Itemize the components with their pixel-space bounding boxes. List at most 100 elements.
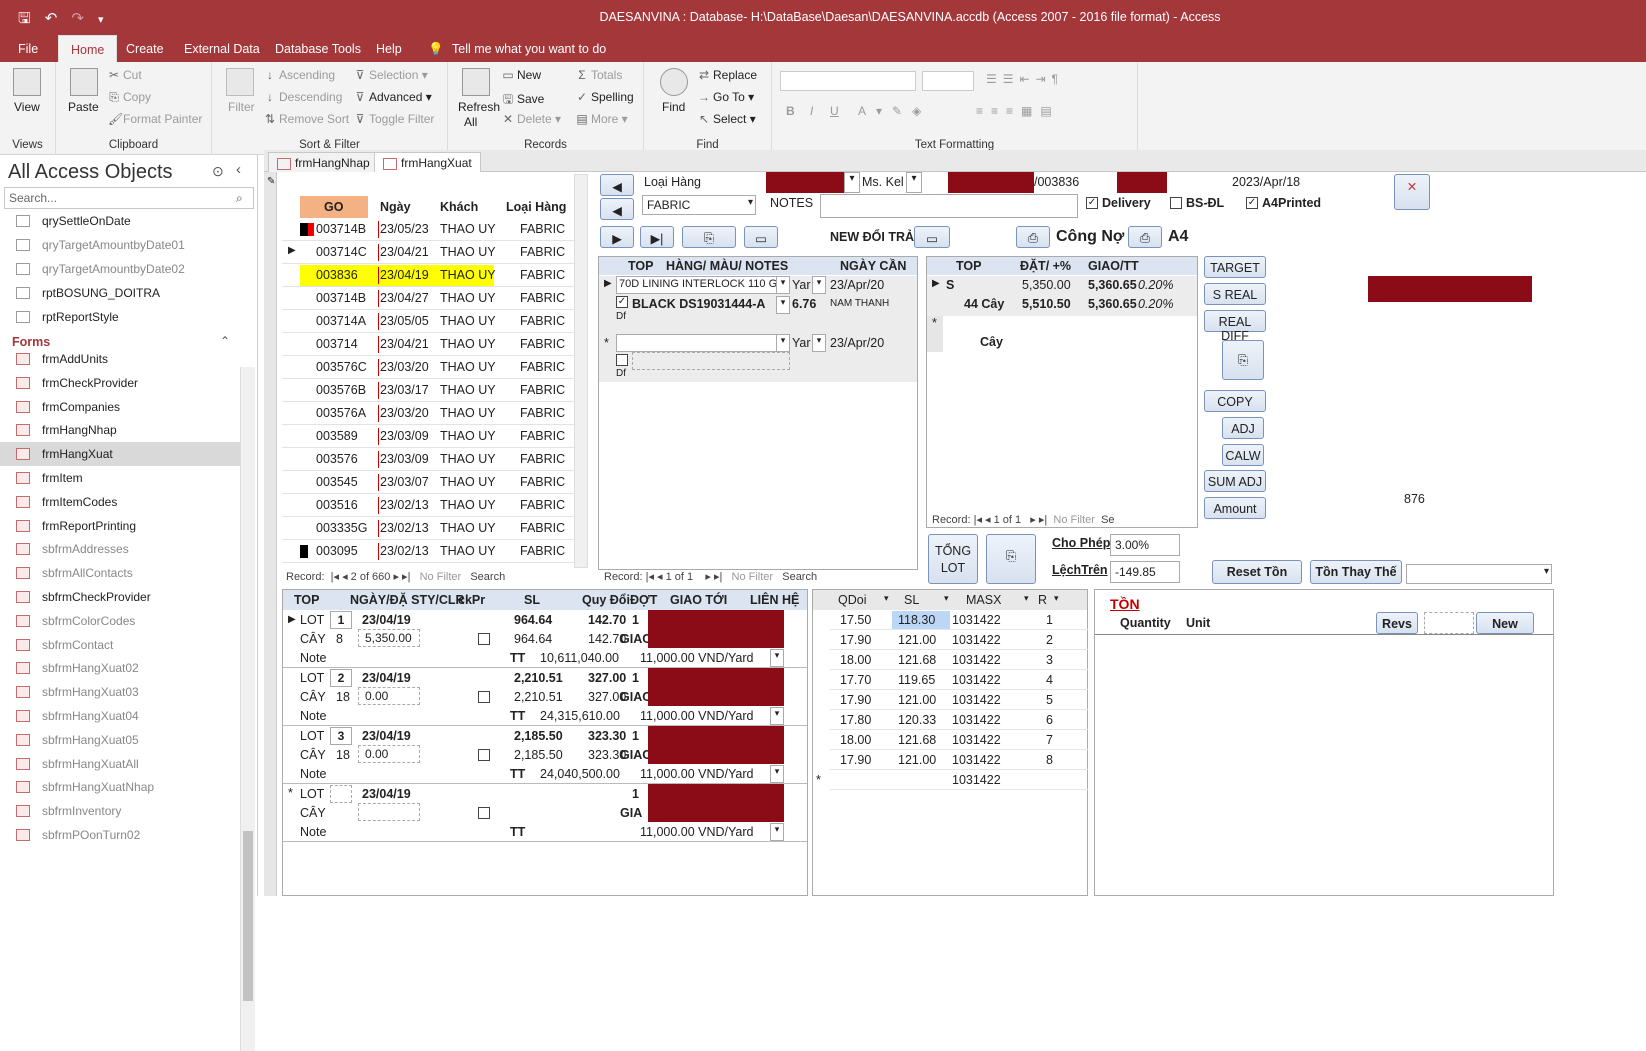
list-cell[interactable]: 003576: [316, 452, 358, 466]
list-cell[interactable]: 003714A: [316, 314, 366, 328]
list-cell[interactable]: 23/03/17: [380, 383, 429, 397]
item-name-field[interactable]: 70D LINING INTERLOCK 110 GS: [616, 276, 790, 294]
lot-price[interactable]: 0.00: [358, 745, 420, 763]
new-doi-tra-button[interactable]: ▭: [914, 226, 950, 248]
nav-search[interactable]: Search: [782, 571, 817, 583]
rolls-cell[interactable]: 1031422: [952, 633, 1001, 647]
a4printed-checkbox[interactable]: ✓: [1246, 197, 1258, 209]
nav-item-form[interactable]: frmReportPrinting: [0, 514, 240, 538]
list-record-navigator[interactable]: Record: |◂ ◂ 2 of 660 ▸ ▸| No Filter Sea…: [286, 570, 505, 583]
list-cell[interactable]: 003836: [316, 268, 358, 282]
nav-item-form[interactable]: sbfrmPOonTurn02: [0, 823, 240, 847]
rolls-cell[interactable]: 1031422: [952, 613, 1001, 627]
lot-rate[interactable]: 11,000.00 VND/Yard: [640, 825, 754, 839]
list-cell[interactable]: 003714B: [316, 291, 366, 305]
rolls-cell[interactable]: 1031422: [952, 753, 1001, 767]
list-cell[interactable]: 003335G: [316, 521, 367, 535]
list-cell[interactable]: FABRIC: [520, 314, 565, 328]
notes-input[interactable]: [820, 194, 1078, 218]
list-cell[interactable]: 23/03/20: [380, 406, 429, 420]
item-note[interactable]: NAM THANH: [830, 298, 889, 309]
date-value[interactable]: 2023/Apr/18: [1232, 175, 1300, 189]
ton-new-button[interactable]: New: [1476, 612, 1534, 634]
rolls-cell[interactable]: 1: [1046, 613, 1053, 627]
ck-price-checkbox[interactable]: [478, 807, 490, 819]
lot-number[interactable]: 2: [330, 669, 352, 687]
copy-icon-button[interactable]: ⎘: [1222, 340, 1264, 380]
close-form-button[interactable]: ✕: [1394, 174, 1430, 210]
rolls-cell[interactable]: 4: [1046, 673, 1053, 687]
list-cell[interactable]: 23/05/23: [380, 222, 429, 236]
filter-icon[interactable]: [226, 68, 254, 96]
lot-sl2[interactable]: 964.64: [514, 632, 552, 646]
rolls-cell[interactable]: 121.00: [898, 753, 936, 767]
list-cell[interactable]: 23/03/09: [380, 452, 429, 466]
revs-button[interactable]: Revs: [1376, 612, 1418, 634]
lot-price[interactable]: 0.00: [358, 687, 420, 705]
ton-input[interactable]: [1424, 612, 1474, 634]
lot-number[interactable]: 1: [330, 611, 352, 629]
cong-no-a4-button[interactable]: ⎙: [1128, 226, 1162, 248]
lot-date[interactable]: 23/04/19: [362, 787, 411, 801]
list-cell[interactable]: THAO UY: [440, 429, 496, 443]
rolls-cell[interactable]: 1031422: [952, 653, 1001, 667]
list-col-header[interactable]: GO: [324, 200, 343, 214]
item-qty[interactable]: 6.76: [792, 297, 816, 311]
list-cell[interactable]: 003095: [316, 544, 358, 558]
replace-button[interactable]: ⇄ Replace: [698, 68, 757, 82]
lot-sl[interactable]: 964.64: [514, 613, 552, 627]
list-cell[interactable]: 23/02/13: [380, 521, 429, 535]
nav-item-form[interactable]: frmCompanies: [0, 395, 240, 419]
nav-item-query[interactable]: qryTargetAmountbyDate02: [0, 257, 240, 281]
sort-arrow-icon[interactable]: ▾: [1024, 593, 1029, 604]
list-cell[interactable]: THAO UY: [440, 521, 496, 535]
view-icon[interactable]: [13, 68, 41, 96]
lot-sl[interactable]: 2,185.50: [514, 729, 563, 743]
tab-external-data[interactable]: External Data: [184, 42, 260, 56]
rolls-cell[interactable]: 1031422: [952, 773, 1001, 787]
lot-cay[interactable]: 18: [336, 748, 350, 762]
prev-record-button[interactable]: ◀: [600, 198, 634, 220]
nav-item-form[interactable]: sbfrmHangXuat04: [0, 704, 240, 728]
lot-dot[interactable]: 1: [632, 671, 639, 685]
lot-sl2[interactable]: 2,210.51: [514, 690, 563, 704]
nav-search-input[interactable]: Search...: [4, 187, 254, 209]
price-giao-1[interactable]: 5,360.65: [1088, 278, 1137, 292]
sort-arrow-icon[interactable]: ▾: [884, 593, 889, 604]
find-button[interactable]: Find: [662, 100, 685, 114]
s-real-button[interactable]: S REAL: [1204, 283, 1266, 305]
next-record-button[interactable]: ▶: [600, 226, 634, 248]
spelling-button[interactable]: ✓ Spelling: [576, 90, 634, 104]
rolls-cell[interactable]: 18.00: [840, 733, 871, 747]
toggle-filter-button[interactable]: ⊽ Toggle Filter: [354, 112, 435, 126]
list-cell[interactable]: FABRIC: [520, 406, 565, 420]
lot-date[interactable]: 23/04/19: [362, 613, 411, 627]
real-diff-button[interactable]: REAL DIFF: [1204, 310, 1266, 343]
amount-button[interactable]: Amount: [1204, 497, 1266, 519]
cho-phep-input[interactable]: 3.00%: [1110, 534, 1180, 556]
lot-dot[interactable]: 1: [632, 613, 639, 627]
collapse-nav-icon[interactable]: ‹: [236, 161, 241, 178]
rolls-cell[interactable]: 2: [1046, 633, 1053, 647]
lot-sl[interactable]: 2,210.51: [514, 671, 563, 685]
price-dat-2[interactable]: 5,510.50: [1022, 297, 1071, 311]
rolls-cell[interactable]: 17.70: [840, 673, 871, 687]
price-record-navigator[interactable]: Record: |◂ ◂ 1 of 1 ▸ ▸| No Filter Se: [932, 513, 1115, 526]
dropdown-arrow-icon[interactable]: ▾: [812, 334, 826, 352]
nav-item-form[interactable]: frmHangXuat: [0, 442, 240, 467]
list-cell[interactable]: FABRIC: [520, 452, 565, 466]
dropdown-arrow-icon[interactable]: ▾: [770, 649, 784, 667]
list-cell[interactable]: 003589: [316, 429, 358, 443]
price-giao-2[interactable]: 5,360.65: [1088, 297, 1137, 311]
descending-button[interactable]: ↓ Descending: [264, 90, 342, 104]
list-cell[interactable]: FABRIC: [520, 360, 565, 374]
price-pct-2[interactable]: 0.20%: [1138, 297, 1173, 311]
tab-home[interactable]: Home: [58, 35, 118, 62]
list-cell[interactable]: 003516: [316, 498, 358, 512]
dropdown-arrow-icon[interactable]: ▾: [776, 276, 790, 294]
lot-rate[interactable]: 11,000.00 VND/Yard: [640, 767, 754, 781]
rolls-col-header[interactable]: R: [1038, 593, 1047, 607]
nav-item-form[interactable]: sbfrmContact: [0, 633, 240, 657]
select-button[interactable]: ↖ Select ▾: [698, 112, 756, 126]
list-col-header[interactable]: Ngày: [380, 200, 411, 214]
